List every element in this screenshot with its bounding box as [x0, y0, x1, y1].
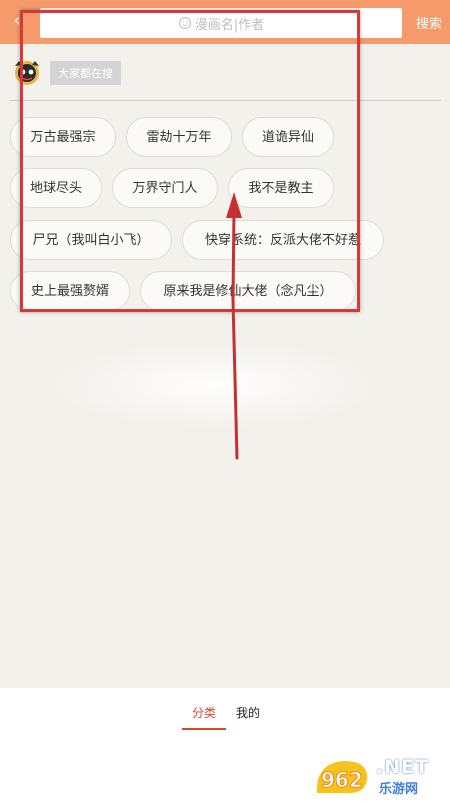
- hot-tag[interactable]: 我不是教主: [228, 168, 334, 208]
- top-bar: ‹ 漫画名|作者 搜索: [0, 0, 450, 44]
- hot-tag[interactable]: 尸兄（我叫白小飞）: [10, 220, 172, 260]
- active-tab-indicator: [182, 728, 226, 730]
- search-placeholder: 漫画名|作者: [194, 17, 265, 33]
- watermark-cn: 乐游网: [376, 778, 430, 797]
- watermark-logo: 962: [314, 758, 370, 795]
- hot-search-header: 大家都在搜: [10, 58, 121, 88]
- mascot-icon: [15, 61, 39, 85]
- search-button[interactable]: 搜索: [416, 13, 442, 32]
- hot-tag[interactable]: 万界守门人: [112, 168, 218, 208]
- watermark-net: .NET: [376, 756, 430, 778]
- hot-tag[interactable]: 原来我是修仙大佬（念凡尘）: [140, 271, 356, 311]
- search-icon: [178, 16, 191, 30]
- hot-tag[interactable]: 雷劫十万年: [126, 117, 232, 157]
- search-input[interactable]: 漫画名|作者: [40, 8, 402, 38]
- hot-tag[interactable]: 万古最强宗: [10, 117, 116, 157]
- hot-tag[interactable]: 道诡异仙: [242, 117, 334, 157]
- divider: [10, 100, 441, 101]
- blurred-area: [50, 340, 380, 430]
- hot-search-label: 大家都在搜: [50, 61, 121, 85]
- hot-tag[interactable]: 快穿系统：反派大佬不好惹: [182, 220, 384, 260]
- hot-tag[interactable]: 史上最强赘婿: [10, 271, 130, 311]
- tab-mine[interactable]: 我的: [236, 704, 260, 721]
- watermark: 962 .NET 乐游网: [312, 754, 447, 799]
- hot-tag[interactable]: 地球尽头: [10, 168, 102, 208]
- chevron-left-icon[interactable]: ‹: [8, 10, 26, 32]
- annotation-highlight-box: [20, 10, 360, 312]
- tab-category[interactable]: 分类: [192, 704, 216, 721]
- watermark-logo-text: 962: [321, 768, 363, 792]
